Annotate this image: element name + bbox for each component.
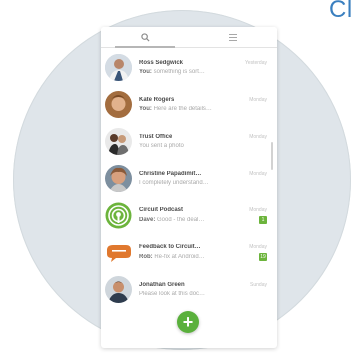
- chat-bubble-icon: [105, 239, 132, 266]
- preview-sender: Dave:: [139, 217, 156, 223]
- preview-text: I completely understand…: [139, 180, 209, 186]
- conversation-preview: Please look at this doc…: [139, 291, 205, 297]
- conversation-time: Sunday: [250, 282, 267, 288]
- tab-menu[interactable]: [189, 27, 277, 47]
- avatar: [105, 54, 132, 81]
- conversation-name: Kate Rogers: [139, 97, 175, 103]
- tab-search[interactable]: [101, 27, 189, 48]
- new-conversation-button[interactable]: +: [177, 311, 199, 333]
- avatar: [105, 128, 132, 155]
- conversation-name: Circuit Podcast: [139, 207, 184, 213]
- preview-sender: You:: [139, 106, 152, 112]
- phone-screen: Ross Sedgwick Yesterday You: something i…: [101, 27, 277, 348]
- conversation-preview: You sent a photo: [139, 143, 184, 149]
- conversation-item[interactable]: Feedback to Circuit… Monday Rob: Re-fix …: [101, 234, 277, 271]
- conversation-time: Monday: [249, 134, 267, 140]
- conversation-preview: I completely understand…: [139, 180, 209, 186]
- unread-badge: 19: [259, 253, 267, 261]
- conversation-time: Monday: [249, 171, 267, 177]
- preview-text: You sent a photo: [139, 143, 184, 149]
- preview-text: Here are the details…: [153, 106, 212, 112]
- avatar: [105, 91, 132, 118]
- conversation-name: Ross Sedgwick: [139, 60, 184, 66]
- search-icon: [140, 32, 150, 42]
- preview-text: Re-fix at Android…: [154, 254, 205, 260]
- conversation-item[interactable]: Trust Office Monday You sent a photo: [101, 123, 277, 160]
- page-heading-fragment: Cl: [329, 0, 353, 23]
- conversation-time: Monday: [249, 244, 267, 250]
- conversation-name: Feedback to Circuit…: [139, 244, 201, 250]
- conversation-preview: Rob: Re-fix at Android…: [139, 254, 205, 260]
- conversation-item[interactable]: Christine Papadimit… Monday I completely…: [101, 160, 277, 197]
- preview-text: Please look at this doc…: [139, 291, 206, 297]
- conversation-time: Yesterday: [244, 60, 267, 66]
- preview-sender: Rob:: [139, 254, 153, 260]
- conversation-name: Trust Office: [139, 134, 173, 140]
- conversation-list: Ross Sedgwick Yesterday You: something i…: [101, 49, 277, 308]
- conversation-name: Jonathan Green: [139, 282, 185, 288]
- avatar: [105, 165, 132, 192]
- conversation-name: Christine Papadimit…: [139, 171, 202, 177]
- preview-sender: You:: [139, 69, 152, 75]
- unread-badge: 1: [259, 216, 267, 224]
- podcast-icon: [105, 202, 132, 229]
- conversation-item[interactable]: Jonathan Green Sunday Please look at thi…: [101, 271, 277, 308]
- menu-icon: [229, 33, 237, 41]
- tab-bar: [101, 27, 277, 48]
- conversation-preview: You: something is sort…: [139, 69, 205, 75]
- preview-text: something is sort…: [153, 69, 205, 75]
- conversation-preview: You: Here are the details…: [139, 106, 212, 112]
- conversation-item[interactable]: Ross Sedgwick Yesterday You: something i…: [101, 49, 277, 86]
- conversation-time: Monday: [249, 97, 267, 103]
- scrollbar[interactable]: [271, 142, 273, 170]
- conversation-time: Monday: [249, 207, 267, 213]
- conversation-item[interactable]: Circuit Podcast Monday Dave: Good - the …: [101, 197, 277, 234]
- avatar: [105, 276, 132, 303]
- conversation-preview: Dave: Good - the deal…: [139, 217, 204, 223]
- preview-text: Good - the deal…: [157, 217, 205, 223]
- conversation-item[interactable]: Kate Rogers Monday You: Here are the det…: [101, 86, 277, 123]
